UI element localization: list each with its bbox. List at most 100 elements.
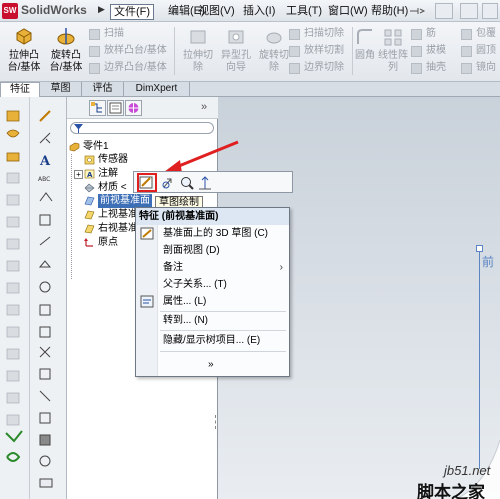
menu-window[interactable]: 窗口(W) (325, 4, 371, 20)
menu-separator (160, 351, 286, 352)
help-pin-icon[interactable] (408, 6, 428, 16)
extrude-boss-button[interactable]: 拉伸凸 台/基体 (2, 25, 46, 77)
normal-view-button[interactable] (197, 175, 213, 191)
zoom-icon (181, 177, 194, 190)
dome-button[interactable]: 圆顶 (460, 43, 496, 59)
rib-button[interactable]: 筋 (410, 26, 436, 42)
new-doc-icon[interactable] (435, 3, 453, 19)
wrap-button[interactable]: 包覆 (460, 26, 496, 42)
submenu-arrow-icon: › (279, 262, 283, 273)
sketch-vertical-toolbar: A ABC (32, 97, 62, 499)
revolve-boss-button[interactable]: 旋转凸 台/基体 (44, 25, 88, 77)
revolve-boss-icon (6, 129, 20, 138)
svg-text:ABC: ABC (38, 176, 50, 183)
tab-evaluate[interactable]: 评估 (82, 82, 124, 97)
boundary-cut-button[interactable]: 边界切除 (288, 60, 344, 76)
expand-chevron-icon: » (208, 359, 214, 370)
curves-icon (6, 452, 21, 462)
solidworks-logo-icon: SW (2, 3, 18, 19)
menu-item-parent-child[interactable]: 父子关系... (T) (136, 276, 289, 293)
fillet-button[interactable]: 圆角 (350, 25, 380, 77)
menu-item-properties[interactable]: 属性... (L) (136, 293, 289, 310)
sketch-icon (139, 176, 153, 189)
swept-cut-button[interactable]: 扫描切除 (288, 26, 344, 42)
plane-icon (84, 196, 95, 206)
axis-icon (199, 176, 211, 190)
configuration-manager-tab-icon[interactable] (125, 100, 142, 116)
sweep-icon (6, 152, 20, 162)
menu-item-section-view[interactable]: 剖面视图 (D) (136, 242, 289, 259)
expand-annotations-icon[interactable]: + (74, 170, 83, 179)
revolve-boss-icon (57, 28, 75, 45)
boundary-boss-button[interactable]: 边界凸台/基体 (88, 60, 167, 76)
tree-connector-line (71, 154, 72, 279)
feature-manager-tab-icon[interactable] (89, 100, 106, 116)
checkmark-icon (5, 430, 23, 443)
menu-tools[interactable]: 工具(T) (283, 4, 325, 20)
command-manager-ribbon: 拉伸凸 台/基体 旋转凸 台/基体 扫描 放样凸台/基体 边界凸台/基体 拉伸切… (0, 22, 500, 82)
watermark-url: jb51.net (444, 463, 491, 478)
ribbon-separator (174, 27, 175, 75)
property-manager-tab-icon[interactable] (107, 100, 124, 116)
feature-tool-icons (5, 110, 23, 462)
app-title: SolidWorks (21, 3, 87, 17)
menu-item-hide-show-tree-items[interactable]: 隐藏/显示树项目... (E) (136, 332, 289, 349)
context-toolbar (133, 171, 293, 193)
command-manager-tabs: 特征 草图 评估 DimXpert (0, 82, 500, 98)
sketch-button[interactable] (137, 173, 157, 192)
lofted-cut-button[interactable]: 放样切割 (288, 43, 344, 59)
svg-text:A: A (39, 154, 51, 169)
solidworks-logo: SW SolidWorks (2, 2, 97, 20)
menu-insert[interactable]: 插入(I) (240, 4, 278, 20)
tab-dimxpert[interactable]: DimXpert (124, 82, 190, 97)
plane-handle-icon[interactable] (476, 245, 483, 252)
extrude-boss-icon (6, 110, 20, 122)
linear-pattern-button[interactable]: 线性阵 列 (378, 25, 408, 77)
menu-expand-button[interactable]: » (136, 356, 289, 373)
watermark-site-name: 脚本之家 (417, 483, 485, 499)
loft-boss-button[interactable]: 放样凸台/基体 (88, 43, 167, 59)
sweep-button[interactable]: 扫描 (88, 26, 124, 42)
context-menu: 特征 (前视基准面) 基准面上的 3D 草图 (C) 剖面视图 (D) 备注 ›… (135, 207, 290, 377)
tab-sketch[interactable]: 草图 (40, 82, 82, 97)
svg-text:A: A (87, 171, 93, 179)
normal-to-icon (162, 178, 172, 189)
menu-file[interactable]: 文件(F) (110, 4, 155, 20)
open-doc-icon[interactable] (460, 3, 478, 19)
tab-features[interactable]: 特征 (0, 82, 40, 98)
zoom-to-selection-button[interactable] (179, 175, 195, 191)
mirror-button[interactable]: 镜向 (460, 60, 496, 76)
menu-item-go-to[interactable]: 转到... (N) (136, 312, 289, 329)
tree-filter-input[interactable] (70, 122, 214, 134)
features-small-group-2: 包覆 圆顶 镜向 (460, 26, 500, 78)
filter-icon (74, 124, 83, 133)
features-vertical-toolbar (0, 97, 30, 499)
front-plane-preview: 前 (476, 245, 500, 469)
annotation-icon: A (84, 169, 95, 179)
plane-label: 前 (482, 255, 495, 269)
extrude-boss-icon (16, 28, 32, 45)
sensor-icon (84, 155, 95, 165)
material-icon (84, 183, 95, 193)
save-doc-icon[interactable] (482, 3, 498, 19)
hole-wizard-icon (228, 30, 244, 44)
menu-view[interactable]: 视图(V) (195, 4, 238, 20)
revolve-cut-icon (266, 32, 282, 44)
extrude-cut-icon (190, 30, 206, 44)
fillet-icon (357, 29, 372, 44)
feature-manager-header: » (67, 97, 218, 119)
linear-pattern-icon (384, 29, 402, 46)
shell-button[interactable]: 抽壳 (410, 60, 446, 76)
expand-panel-icon[interactable]: » (201, 101, 207, 113)
draft-button[interactable]: 拔模 (410, 43, 446, 59)
logo-menu-arrow-icon[interactable]: ▶ (98, 4, 106, 18)
menu-item-3d-sketch-on-plane[interactable]: 基准面上的 3D 草图 (C) (136, 225, 289, 242)
menu-item-comment[interactable]: 备注 › (136, 259, 289, 276)
normal-to-button[interactable] (161, 175, 177, 191)
3d-sketch-icon (140, 227, 154, 240)
properties-icon (140, 295, 154, 308)
part-icon (69, 142, 80, 152)
menu-help[interactable]: 帮助(H) (368, 4, 411, 20)
features-small-group-1: 筋 拔模 抽壳 (410, 26, 456, 78)
left-toolbar-strips: A ABC (0, 97, 67, 499)
